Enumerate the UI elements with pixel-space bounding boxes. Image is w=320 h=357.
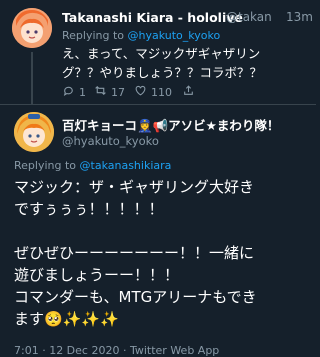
tweet-original[interactable]: Takanashi Kiara - hololive @takan 13m Re… [0, 0, 316, 106]
tweet-text-line: コマンダーも、MTGアリーナもでき [14, 288, 257, 306]
replying-to-link[interactable]: @hyakuto_kyoko [128, 29, 221, 42]
avatar[interactable] [14, 112, 54, 152]
share-button[interactable] [182, 84, 195, 100]
replying-prefix: Replying to [62, 29, 128, 42]
retweet-icon [94, 84, 107, 100]
retweet-count: 17 [111, 85, 125, 99]
replying-to-link[interactable]: @takanashikiara [80, 159, 172, 172]
divider [0, 104, 316, 105]
display-name[interactable]: Takanashi Kiara - hololive [62, 10, 243, 25]
tweet-text-line: ます🥺✨✨✨ [14, 310, 119, 328]
tweet-text-line: ぜひぜひーーーーーーー！！一緒に [14, 244, 255, 262]
user-handle[interactable]: @takan [226, 10, 272, 24]
display-name[interactable]: 百灯キョーコ👮‍♀️📢アソビ★まわり隊！ [62, 115, 279, 134]
reply-icon [62, 84, 75, 100]
like-button[interactable]: 110 [134, 84, 172, 100]
tweet-text: マジック：ザ・ギャザリング大好き ですぅぅぅ！！！！！ ぜひぜひーーーーーーー！… [14, 176, 310, 330]
replying-to: Replying to @takanashikiara [14, 159, 171, 172]
avatar[interactable] [12, 8, 52, 48]
timestamp[interactable]: 13m [286, 10, 313, 24]
reply-count: 1 [79, 85, 86, 99]
share-icon [182, 84, 195, 100]
tweet-text-line: え、まって、マジックザギャザリン [62, 46, 261, 61]
tweet-text-line: マジック：ザ・ギャザリング大好き [14, 178, 255, 196]
tweet-text-line: 遊びましょうーー！！！ [14, 266, 180, 284]
heart-icon [134, 84, 147, 100]
reply-button[interactable]: 1 [62, 84, 86, 100]
user-handle[interactable]: @hyakuto_kyoko [62, 134, 159, 148]
tweet-text: え、まって、マジックザギャザリン グ？？やりましょう？？コラボ？？ [62, 44, 304, 82]
tweet-text-line: ですぅぅぅ！！！！！ [14, 200, 164, 218]
tweet-meta[interactable]: 7:01 · 12 Dec 2020 · Twitter Web App [14, 344, 219, 357]
tweet-text-line: グ？？やりましょう？？コラボ？？ [62, 65, 263, 80]
replying-prefix: Replying to [14, 159, 80, 172]
thread-line [31, 52, 33, 104]
like-count: 110 [151, 85, 172, 99]
replying-to: Replying to @hyakuto_kyoko [62, 29, 220, 42]
retweet-button[interactable]: 17 [94, 84, 125, 100]
